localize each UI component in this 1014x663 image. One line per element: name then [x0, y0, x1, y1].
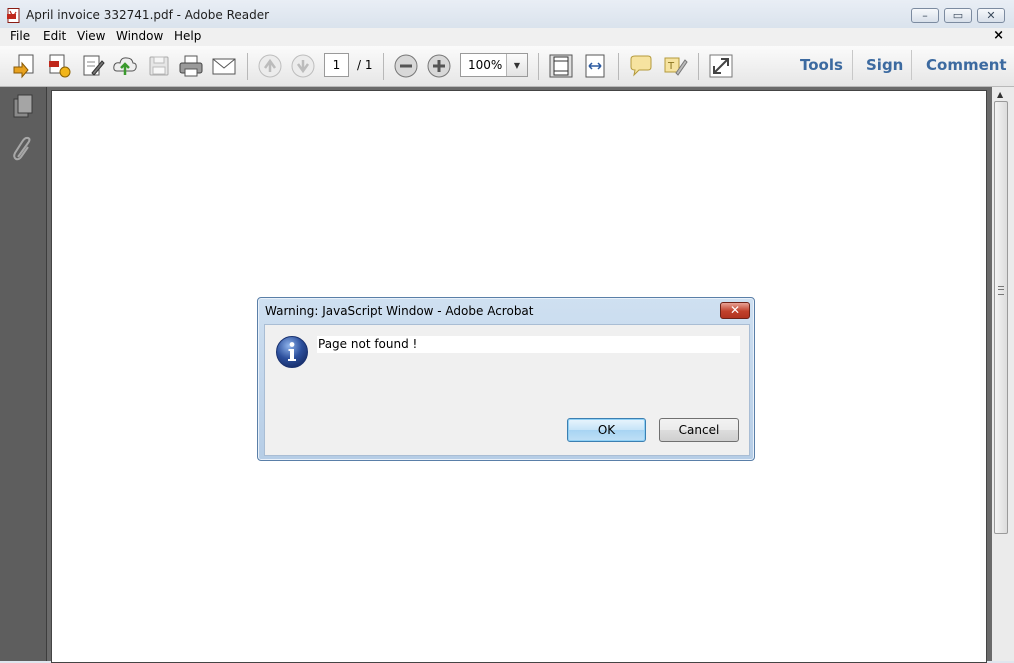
comment-icon[interactable] [628, 53, 654, 79]
highlight-icon[interactable]: T [662, 53, 688, 79]
dialog-message: Page not found ! [317, 336, 740, 353]
toolbar-separator [538, 53, 539, 80]
open-file-icon[interactable] [12, 53, 38, 79]
toolbar-separator [852, 50, 853, 80]
minimize-button[interactable]: – [911, 8, 939, 23]
restore-button[interactable]: ▭ [944, 8, 972, 23]
dialog-close-button[interactable]: ✕ [720, 302, 750, 319]
cancel-button[interactable]: Cancel [659, 418, 739, 442]
menu-edit[interactable]: Edit [43, 29, 66, 43]
menu-file[interactable]: File [10, 29, 30, 43]
page-total: / 1 [357, 58, 373, 72]
window-title: April invoice 332741.pdf - Adobe Reader [26, 8, 270, 22]
toolbar: 1 / 1 100% ▼ T Tools Sign Comment [0, 46, 1014, 87]
scroll-up-icon[interactable]: ▲ [997, 90, 1003, 99]
toolbar-separator [618, 53, 619, 80]
toolbar-separator [383, 53, 384, 80]
print-icon[interactable] [178, 53, 204, 79]
email-icon[interactable] [211, 53, 237, 79]
svg-text:T: T [667, 61, 675, 72]
scrollbar-grip [998, 286, 1004, 295]
toolbar-separator [911, 50, 912, 80]
attachment-icon[interactable] [10, 135, 36, 163]
title-bar: April invoice 332741.pdf - Adobe Reader … [0, 0, 1014, 30]
pdf-app-icon [7, 8, 20, 23]
comment-panel-link[interactable]: Comment [926, 56, 1007, 74]
menu-view[interactable]: View [77, 29, 105, 43]
chevron-down-icon[interactable]: ▼ [506, 54, 527, 76]
fit-width-icon[interactable] [582, 53, 608, 79]
dialog-title: Warning: JavaScript Window - Adobe Acrob… [265, 304, 534, 318]
fullscreen-icon[interactable] [708, 53, 734, 79]
close-document-button[interactable]: × [993, 28, 1004, 43]
next-page-icon[interactable] [290, 53, 316, 79]
ok-button[interactable]: OK [567, 418, 646, 442]
edit-icon[interactable] [80, 53, 106, 79]
fit-page-icon[interactable] [548, 53, 574, 79]
menu-bar: File Edit View Window Help × [0, 28, 1014, 46]
menu-help[interactable]: Help [174, 29, 201, 43]
zoom-in-icon[interactable] [426, 53, 452, 79]
save-icon[interactable] [146, 53, 172, 79]
minimize-icon: – [922, 9, 928, 22]
window-close-button[interactable]: ✕ [977, 8, 1005, 23]
zoom-out-icon[interactable] [393, 53, 419, 79]
sign-panel-link[interactable]: Sign [866, 56, 903, 74]
javascript-warning-dialog: Warning: JavaScript Window - Adobe Acrob… [257, 297, 755, 461]
close-icon: ✕ [986, 9, 996, 22]
upload-cloud-icon[interactable] [112, 53, 138, 79]
create-pdf-icon[interactable] [46, 53, 72, 79]
info-icon [276, 336, 308, 368]
previous-page-icon[interactable] [257, 53, 283, 79]
pages-icon[interactable] [10, 93, 36, 121]
vertical-scrollbar[interactable]: ▲ [992, 87, 1014, 661]
menu-window[interactable]: Window [116, 29, 163, 43]
restore-icon: ▭ [952, 9, 964, 22]
tools-panel-link[interactable]: Tools [800, 56, 843, 74]
navigation-pane [0, 87, 47, 661]
scrollbar-thumb[interactable] [994, 101, 1008, 534]
toolbar-separator [698, 53, 699, 80]
zoom-select[interactable]: 100% ▼ [460, 53, 528, 77]
page-number-input[interactable]: 1 [324, 53, 349, 77]
zoom-value: 100% [468, 58, 503, 72]
dialog-body: Page not found ! OK Cancel [264, 324, 750, 456]
toolbar-separator [247, 53, 248, 80]
